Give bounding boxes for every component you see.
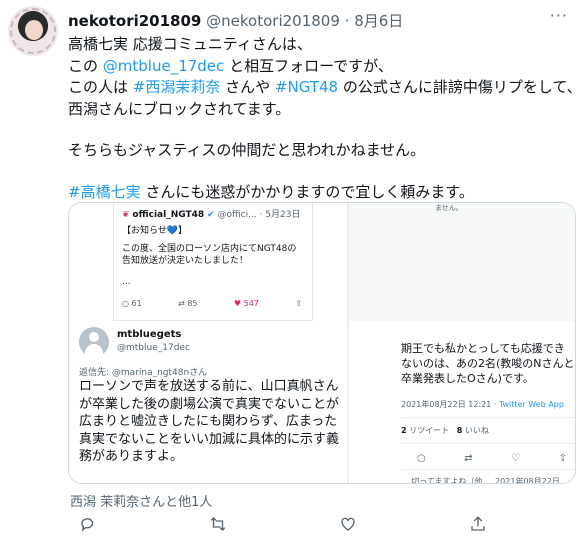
- display-name[interactable]: nekotori201809: [68, 12, 201, 30]
- text-line: そちらもジャスティスの仲間だと思われかねません。: [68, 141, 426, 159]
- heart-icon: ♡: [511, 453, 521, 464]
- tagged-users[interactable]: 西潟 茉莉奈さんと他1人: [70, 491, 212, 510]
- reply-count: 61: [131, 299, 142, 308]
- image-right-panel: ません。 期王でも私かとっしても応援できないのは、あの2名(教唆のNさんと卒業発…: [347, 203, 575, 484]
- tweet-date[interactable]: 8月6日: [354, 12, 403, 30]
- heart-icon: ♥: [233, 299, 242, 308]
- text-segment: の公式さんに誹謗中傷リプをして、: [338, 78, 582, 96]
- reply-name: mtbluegets: [117, 329, 182, 340]
- quoted-tweet: ❦ official_NGT48 ✔ @offici... · 5月23日 【お…: [113, 203, 313, 321]
- text-line: 高橋七実 応援コミュニティさんは、: [68, 35, 312, 53]
- default-avatar-icon: [79, 327, 109, 357]
- quoted-retweet: ⇄ 85: [178, 299, 197, 308]
- tiny-text: ません。: [435, 204, 463, 212]
- quoted-handle-date: @offici... · 5月23日: [217, 210, 301, 220]
- text-segment: この人は: [68, 78, 133, 96]
- right-app: Twitter Web App: [498, 400, 564, 409]
- retweet-icon: ⇄: [464, 453, 473, 464]
- likes-label: いいね: [464, 426, 489, 435]
- text-segment: この: [68, 56, 103, 75]
- reply-handle: @mtblue_17dec: [117, 343, 190, 353]
- quoted-actions: ○ 61 ⇄ 85 ♥ 547 ⇪: [122, 299, 302, 308]
- separator: ·: [344, 12, 350, 30]
- right-bottom-text: ... 切ってますよね（他 ... 2021年08月22日: [401, 477, 560, 484]
- quoted-line: ...: [122, 277, 131, 287]
- right-stats: 2 リツイート 8 いいね: [401, 425, 489, 436]
- tweet-text: 高橋七実 応援コミュニティさんは、 この @mtblue_17dec と相互フォ…: [68, 34, 582, 204]
- likes-count: 8: [456, 426, 463, 435]
- text-segment: と相互フォローですが、: [224, 56, 393, 75]
- tweet-header: nekotori201809 @nekotori201809 · 8月6日: [68, 10, 403, 31]
- reply-body: ローソンで声を放送する前に、山口真帆さんが卒業した後の劇場公演で真実でないことが…: [79, 379, 340, 464]
- handle[interactable]: @nekotori201809: [206, 12, 340, 30]
- tweet: nekotori201809 @nekotori201809 · 8月6日 ··…: [0, 0, 582, 560]
- reply-icon: ○: [417, 453, 426, 464]
- reply-to: 返信先: @marina_ngt48nさん: [79, 368, 208, 378]
- divider: [401, 469, 575, 470]
- avatar-face: [25, 20, 43, 40]
- hashtag-link[interactable]: #NGT48: [275, 78, 338, 96]
- ngt-logo-icon: ❦: [122, 210, 130, 220]
- like-count: 547: [243, 299, 259, 308]
- mention-link[interactable]: @mtblue_17dec: [103, 57, 225, 75]
- share-icon: ⇪: [558, 453, 567, 464]
- avatar[interactable]: [8, 6, 58, 56]
- divider: [401, 443, 575, 444]
- quoted-line: この度、全国のローソン店内にてNGT48の告知放送が決定いたしました！: [122, 244, 297, 266]
- heart-icon[interactable]: [328, 515, 368, 538]
- hashtag-link[interactable]: #高橋七実: [68, 183, 141, 201]
- text-line: #高橋七実 さんにも迷惑がかかりますので宜しく頼みます。: [68, 182, 568, 204]
- retweet-icon[interactable]: [198, 515, 238, 538]
- quoted-tweet-header: ❦ official_NGT48 ✔ @offici... · 5月23日: [122, 207, 300, 220]
- right-tweet-body: 期王でも私かとっしても応援できないのは、あの2名(教唆のNさんと卒業発表したOさ…: [401, 342, 575, 385]
- right-datetime: 2021年08月22日 12:21 ·: [401, 400, 499, 409]
- retweets-label: リツイート: [409, 426, 450, 435]
- text-segment: さんや: [220, 78, 275, 96]
- hashtag-link[interactable]: #西潟茉莉奈: [133, 78, 221, 96]
- more-icon[interactable]: ···: [550, 6, 568, 25]
- text-line: 西潟さんにブロックされてます。: [68, 99, 291, 118]
- retweets-count: 2: [401, 426, 407, 435]
- share-icon[interactable]: [458, 515, 498, 538]
- divider: [401, 417, 575, 418]
- retweet-icon: ⇄: [178, 299, 185, 308]
- quoted-reply: ○ 61: [122, 299, 142, 308]
- right-tweet-meta: 2021年08月22日 12:21 · Twitter Web App: [401, 399, 564, 410]
- image-left-panel: ❦ official_NGT48 ✔ @offici... · 5月23日 【お…: [69, 203, 347, 483]
- blurred-area: ません。: [349, 203, 575, 321]
- reply-tweet: mtbluegets @mtblue_17dec 返信先: @marina_ng…: [69, 323, 347, 483]
- reply-icon: ○: [122, 299, 129, 308]
- reply-icon[interactable]: [68, 515, 108, 538]
- retweet-count: 85: [187, 299, 198, 308]
- quoted-like: ♥ 547: [234, 299, 259, 308]
- share-icon: ⇪: [295, 299, 302, 308]
- quoted-line: 【お知らせ💙】: [122, 226, 188, 236]
- right-actions: ○ ⇄ ♡ ⇪: [417, 453, 567, 464]
- verified-icon: ✔: [207, 210, 215, 220]
- tweet-actions: [68, 515, 498, 538]
- attached-image[interactable]: ❦ official_NGT48 ✔ @offici... · 5月23日 【お…: [68, 202, 576, 484]
- text-line: この人は #西潟茉莉奈 さんや #NGT48 の公式さんに誹謗中傷リプをして、: [68, 77, 582, 99]
- text-line: この @mtblue_17dec と相互フォローですが、: [68, 56, 568, 78]
- quoted-name: official_NGT48: [132, 210, 205, 220]
- text-segment: さんにも迷惑がかかりますので宜しく頼みます。: [140, 182, 474, 201]
